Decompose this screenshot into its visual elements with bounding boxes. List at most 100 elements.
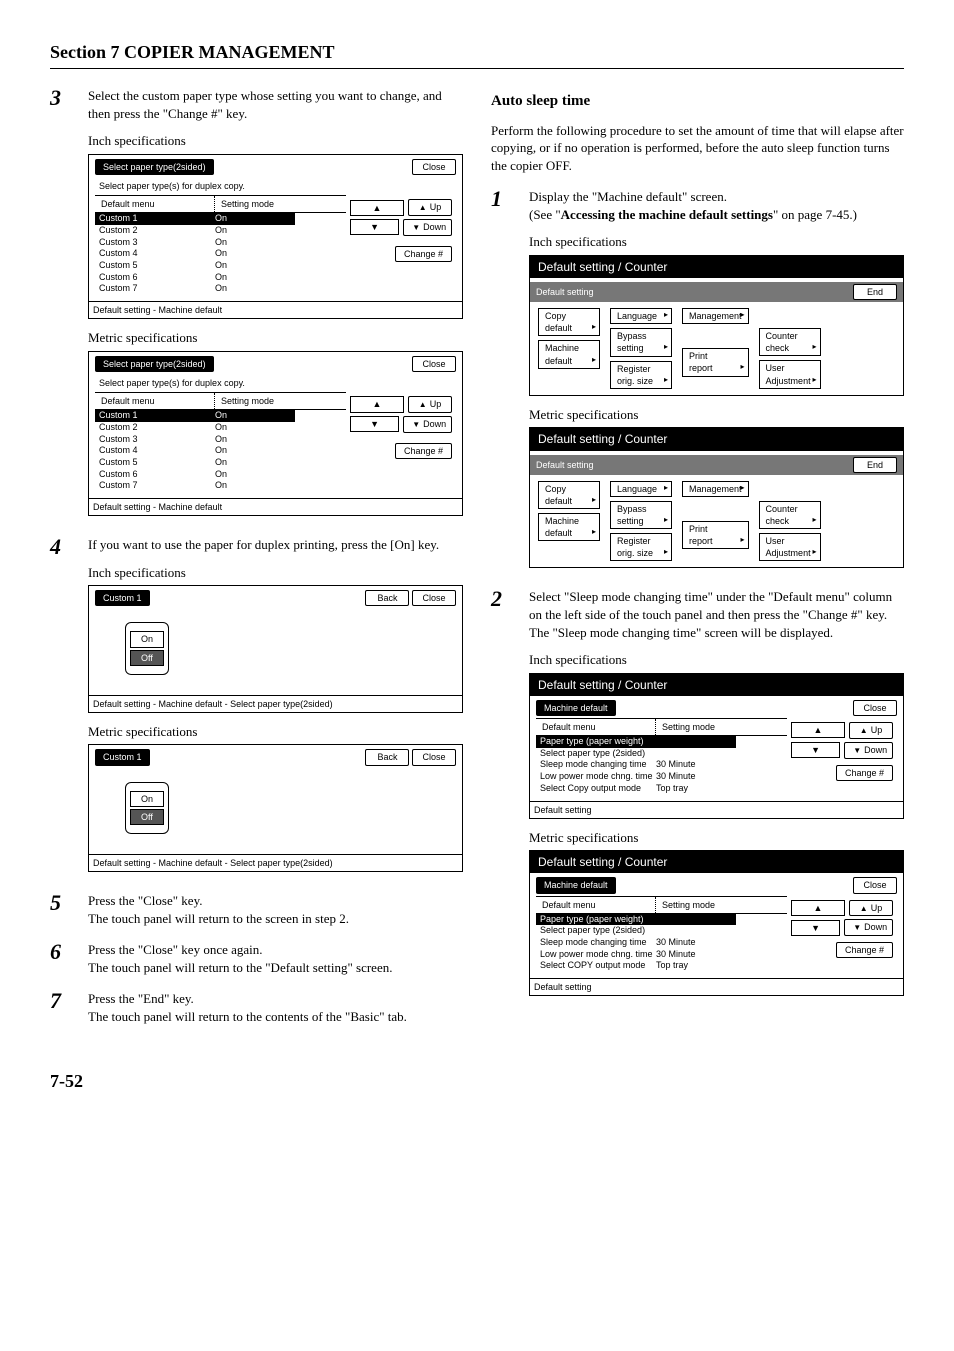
- auto-sleep-intro: Perform the following procedure to set t…: [491, 122, 904, 175]
- counter-check-button[interactable]: Counter check: [759, 328, 821, 356]
- default-setting-tab[interactable]: Default setting: [536, 459, 594, 471]
- table-row[interactable]: Custom 5On: [95, 260, 346, 272]
- on-option[interactable]: On: [130, 791, 164, 807]
- user-adjustment-button[interactable]: User Adjustment: [759, 533, 821, 561]
- panel-subtext: Select paper type(s) for duplex copy.: [95, 177, 456, 195]
- col-setting-mode: Setting mode: [215, 196, 346, 212]
- up-button[interactable]: Up: [408, 396, 452, 413]
- metric-spec-label: Metric specifications: [88, 723, 463, 741]
- machine-default-tab[interactable]: Machine default: [536, 877, 616, 893]
- col-default-menu: Default menu: [536, 719, 656, 735]
- metric-spec-label: Metric specifications: [529, 406, 904, 424]
- table-row[interactable]: Custom 6On: [95, 469, 346, 481]
- change-button[interactable]: Change #: [395, 246, 452, 262]
- back-button[interactable]: Back: [365, 749, 409, 765]
- management-button[interactable]: Management: [682, 308, 749, 324]
- step2-line2: The "Sleep mode changing time" screen wi…: [529, 624, 904, 642]
- language-button[interactable]: Language: [610, 481, 672, 497]
- back-button[interactable]: Back: [365, 590, 409, 606]
- arrow-down-indicator: ▼: [350, 416, 399, 432]
- close-button[interactable]: Close: [412, 749, 456, 765]
- machine-default-button[interactable]: Machine default: [538, 513, 600, 541]
- table-row[interactable]: Custom 4On: [95, 445, 346, 457]
- end-button[interactable]: End: [853, 457, 897, 473]
- table-row[interactable]: Custom 7On: [95, 283, 346, 295]
- table-row[interactable]: Custom 1On: [95, 410, 346, 422]
- panel-tab[interactable]: Custom 1: [95, 590, 150, 606]
- up-button[interactable]: Up: [849, 722, 893, 739]
- section-title: Section 7 COPIER MANAGEMENT: [50, 40, 904, 69]
- print-report-button[interactable]: Print report: [682, 521, 749, 549]
- user-adjustment-button[interactable]: User Adjustment: [759, 360, 821, 388]
- counter-check-button[interactable]: Counter check: [759, 501, 821, 529]
- management-button[interactable]: Management: [682, 481, 749, 497]
- table-row[interactable]: Custom 1On: [95, 213, 346, 225]
- up-button[interactable]: Up: [408, 199, 452, 216]
- step7-line2: The touch panel will return to the conte…: [88, 1008, 463, 1026]
- register-button[interactable]: Register orig. size: [610, 533, 672, 561]
- close-button[interactable]: Close: [412, 159, 456, 175]
- change-button[interactable]: Change #: [395, 443, 452, 459]
- register-button[interactable]: Register orig. size: [610, 361, 672, 389]
- table-row[interactable]: Custom 3On: [95, 434, 346, 446]
- panel-tab[interactable]: Custom 1: [95, 749, 150, 765]
- bypass-button[interactable]: Bypass setting: [610, 501, 672, 529]
- table-row[interactable]: Custom 2On: [95, 422, 346, 434]
- panel-title: Default setting / Counter: [530, 851, 903, 873]
- default-setting-tab[interactable]: Default setting: [536, 286, 594, 298]
- step5-line2: The touch panel will return to the scree…: [88, 910, 463, 928]
- panel-tab[interactable]: Select paper type(2sided): [95, 356, 214, 372]
- step7-line1: Press the "End" key.: [88, 990, 463, 1008]
- end-button[interactable]: End: [853, 284, 897, 300]
- change-button[interactable]: Change #: [836, 765, 893, 781]
- table-row[interactable]: Select paper type (2sided): [536, 925, 787, 937]
- panel-tab[interactable]: Select paper type(2sided): [95, 159, 214, 175]
- off-option[interactable]: Off: [130, 650, 164, 666]
- table-row[interactable]: Custom 3On: [95, 237, 346, 249]
- table-row[interactable]: Select paper type (2sided): [536, 748, 787, 760]
- col-default-menu: Default menu: [95, 393, 215, 409]
- table-row[interactable]: Sleep mode changing time30 Minute: [536, 937, 787, 949]
- col-setting-mode: Setting mode: [656, 719, 787, 735]
- table-row[interactable]: Custom 5On: [95, 457, 346, 469]
- table-row[interactable]: Low power mode chng. time30 Minute: [536, 949, 787, 961]
- table-row[interactable]: Custom 6On: [95, 272, 346, 284]
- change-button[interactable]: Change #: [836, 942, 893, 958]
- down-button[interactable]: Down: [844, 742, 893, 759]
- table-row[interactable]: Select Copy output modeTop tray: [536, 783, 787, 795]
- print-report-button[interactable]: Print report: [682, 348, 749, 376]
- machine-default-button[interactable]: Machine default: [538, 340, 600, 368]
- table-row[interactable]: Select COPY output modeTop tray: [536, 960, 787, 972]
- language-button[interactable]: Language: [610, 308, 672, 324]
- close-button[interactable]: Close: [853, 877, 897, 893]
- close-button[interactable]: Close: [853, 700, 897, 716]
- table-row[interactable]: Custom 7On: [95, 480, 346, 492]
- down-button[interactable]: Down: [403, 416, 452, 433]
- step-number-7: 7: [50, 990, 74, 1025]
- machine-default-tab[interactable]: Machine default: [536, 700, 616, 716]
- inch-spec-label: Inch specifications: [529, 651, 904, 669]
- table-row[interactable]: Paper type (paper weight): [536, 736, 787, 748]
- panel-footer: Default setting - Machine default - Sele…: [89, 854, 462, 871]
- table-row[interactable]: Custom 2On: [95, 225, 346, 237]
- up-button[interactable]: Up: [849, 900, 893, 917]
- close-button[interactable]: Close: [412, 590, 456, 606]
- copy-default-button[interactable]: Copy default: [538, 308, 600, 336]
- arrow-up-indicator: ▲: [350, 396, 404, 412]
- off-option[interactable]: Off: [130, 809, 164, 825]
- select-paper-panel-metric: Select paper type(2sided) Close Select p…: [88, 351, 463, 516]
- on-option[interactable]: On: [130, 631, 164, 647]
- down-button[interactable]: Down: [844, 919, 893, 936]
- table-row[interactable]: Low power mode chng. time30 Minute: [536, 771, 787, 783]
- down-button[interactable]: Down: [403, 219, 452, 236]
- copy-default-button[interactable]: Copy default: [538, 481, 600, 509]
- table-row[interactable]: Custom 4On: [95, 248, 346, 260]
- default-setting-panel-metric: Default setting / Counter Default settin…: [529, 427, 904, 568]
- close-button[interactable]: Close: [412, 356, 456, 372]
- table-row[interactable]: Paper type (paper weight): [536, 914, 787, 926]
- machine-default-panel-metric: Default setting / Counter Machine defaul…: [529, 850, 904, 996]
- table-row[interactable]: Sleep mode changing time30 Minute: [536, 759, 787, 771]
- step4-text: If you want to use the paper for duplex …: [88, 536, 463, 554]
- step6-line2: The touch panel will return to the "Defa…: [88, 959, 463, 977]
- bypass-button[interactable]: Bypass setting: [610, 328, 672, 356]
